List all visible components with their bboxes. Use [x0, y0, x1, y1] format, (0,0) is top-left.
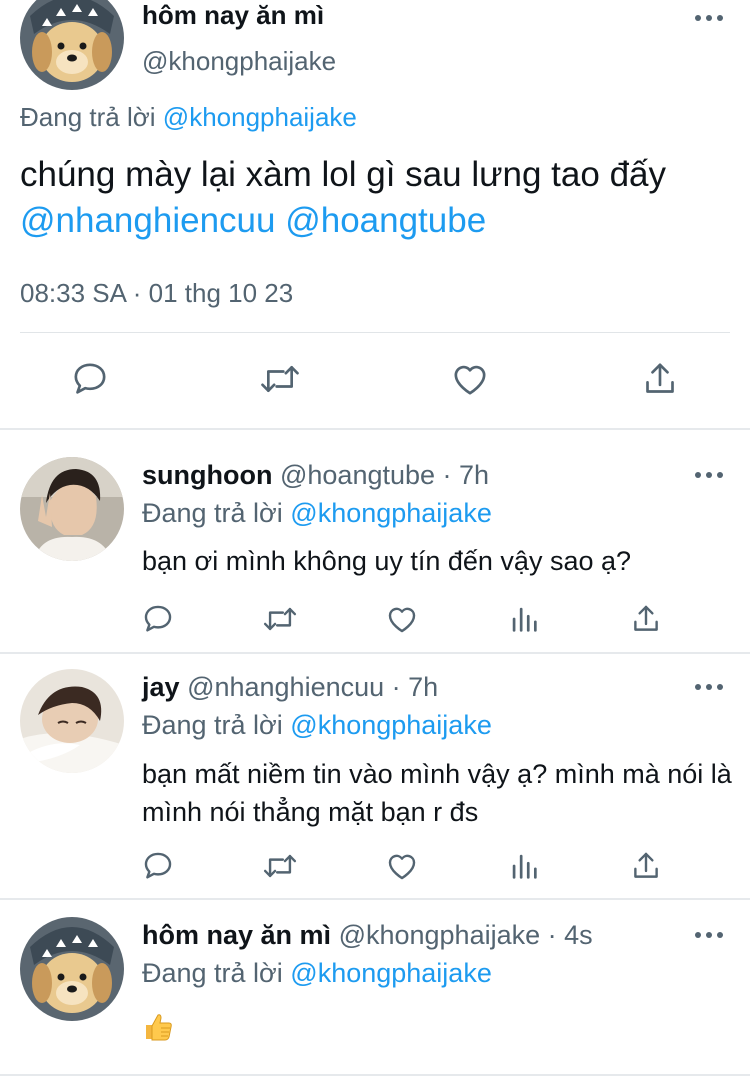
more-options-icon[interactable]: [694, 13, 724, 23]
reply-author-name[interactable]: sunghoon: [142, 460, 272, 490]
reply-avatar[interactable]: [20, 457, 124, 561]
reply-time[interactable]: · 4s: [548, 920, 593, 950]
replying-to-line: Đang trả lời @khongphaijake: [142, 495, 492, 531]
analytics-icon[interactable]: [502, 844, 546, 888]
more-options-icon[interactable]: [694, 470, 724, 480]
replying-to-label: Đang trả lời: [20, 102, 156, 132]
replying-to-label: Đang trả lời: [142, 958, 283, 988]
analytics-icon[interactable]: [502, 597, 546, 641]
replying-to-mention[interactable]: @khongphaijake: [290, 958, 492, 988]
reply-text: bạn mất niềm tin vào mình vậy ạ? mình mà…: [142, 759, 732, 827]
section-divider: [0, 428, 750, 430]
thumbs-up-icon: [142, 1011, 174, 1043]
replying-to-label: Đang trả lời: [142, 498, 283, 528]
main-tweet: hôm nay ăn mì @khongphaijake Đang trả lờ…: [0, 0, 750, 430]
like-icon[interactable]: [380, 597, 424, 641]
author-avatar[interactable]: [20, 0, 124, 90]
author-handle[interactable]: @khongphaijake: [142, 44, 336, 78]
mention-link[interactable]: @nhanghiencuu: [20, 201, 275, 240]
reply-time[interactable]: · 7h: [443, 460, 490, 490]
replying-to-line: Đang trả lời @khongphaijake: [142, 955, 492, 991]
more-options-icon[interactable]: [694, 930, 724, 940]
retweet-icon[interactable]: [258, 597, 302, 641]
replying-to-label: Đang trả lời: [142, 710, 283, 740]
reply-header: jay @nhanghiencuu · 7h: [142, 669, 438, 705]
reply-icon[interactable]: [136, 597, 180, 641]
reply-author-name[interactable]: hôm nay ăn mì: [142, 920, 331, 950]
tweet-timestamp[interactable]: 08:33 SA · 01 thg 10 23: [20, 276, 293, 310]
share-icon[interactable]: [624, 844, 668, 888]
reply-author-handle[interactable]: @hoangtube: [280, 460, 435, 490]
like-icon[interactable]: [448, 357, 492, 401]
reply-author-handle[interactable]: @khongphaijake: [339, 920, 541, 950]
share-icon[interactable]: [638, 357, 682, 401]
reply-author-handle[interactable]: @nhanghiencuu: [187, 672, 384, 702]
reply-tweet: jay @nhanghiencuu · 7h Đang trả lời @kho…: [0, 669, 750, 899]
tweet-text: chúng mày lại xàm lol gì sau lưng tao đấ…: [20, 152, 735, 244]
reply-author-name[interactable]: jay: [142, 672, 180, 702]
reply-icon[interactable]: [136, 844, 180, 888]
author-name[interactable]: hôm nay ăn mì: [142, 0, 324, 30]
share-icon[interactable]: [624, 597, 668, 641]
reply-header: sunghoon @hoangtube · 7h: [142, 457, 489, 493]
divider: [20, 332, 730, 333]
section-divider: [0, 898, 750, 900]
replying-to-line: Đang trả lời @khongphaijake: [20, 100, 357, 134]
replying-to-line: Đang trả lời @khongphaijake: [142, 707, 492, 743]
retweet-icon[interactable]: [258, 844, 302, 888]
reply-time[interactable]: · 7h: [392, 672, 439, 702]
like-icon[interactable]: [380, 844, 424, 888]
reply-avatar[interactable]: [20, 917, 124, 1021]
mention-link[interactable]: @hoangtube: [285, 201, 486, 240]
reply-avatar[interactable]: [20, 669, 124, 773]
more-options-icon[interactable]: [694, 682, 724, 692]
reply-tweet: sunghoon @hoangtube · 7h Đang trả lời @k…: [0, 457, 750, 653]
replying-to-mention[interactable]: @khongphaijake: [290, 498, 492, 528]
tweet-text-body: chúng mày lại xàm lol gì sau lưng tao đấ…: [20, 155, 666, 194]
reply-tweet: hôm nay ăn mì @khongphaijake · 4s Đang t…: [0, 917, 750, 1076]
reply-header: hôm nay ăn mì @khongphaijake · 4s: [142, 917, 593, 953]
replying-to-mention[interactable]: @khongphaijake: [290, 710, 492, 740]
retweet-icon[interactable]: [258, 357, 302, 401]
reply-icon[interactable]: [68, 357, 112, 401]
replying-to-mention[interactable]: @khongphaijake: [163, 102, 357, 132]
reply-text: bạn ơi mình không uy tín đến vậy sao ạ?: [142, 546, 632, 576]
section-divider: [0, 652, 750, 654]
